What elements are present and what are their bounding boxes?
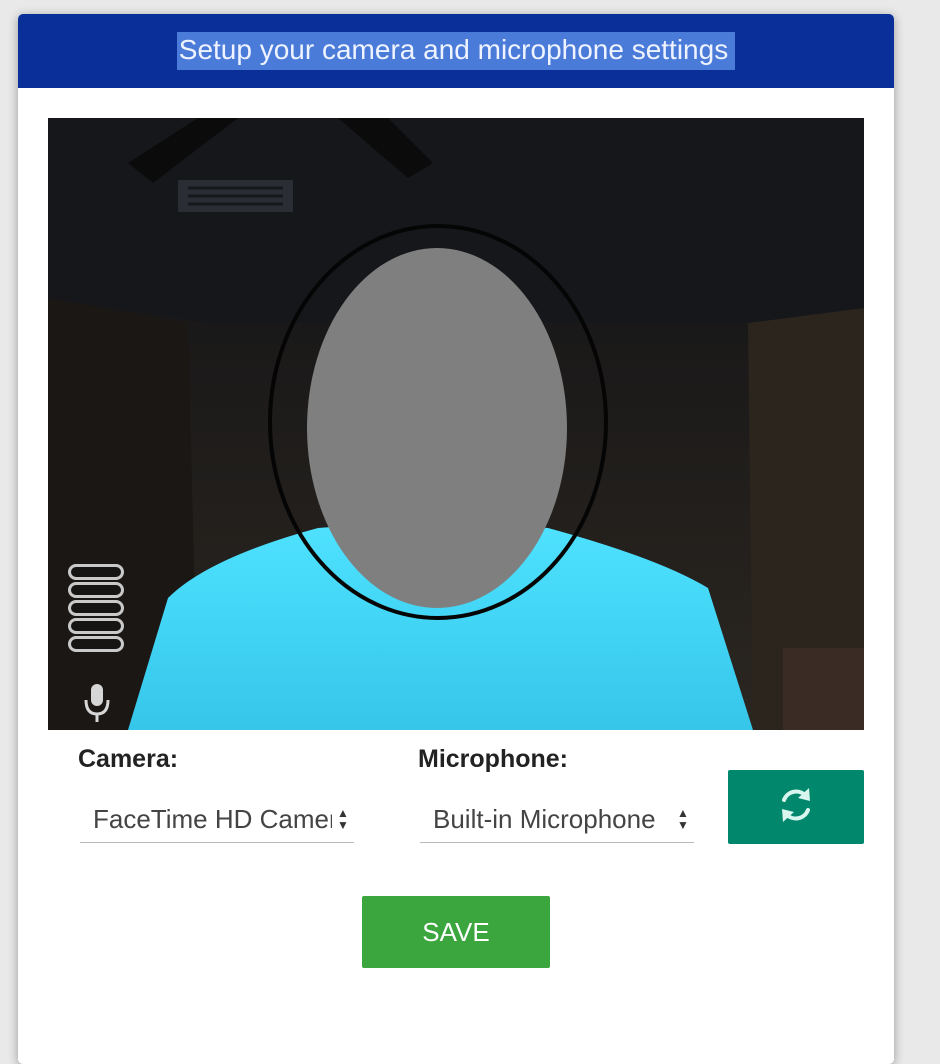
camera-select[interactable]: FaceTime HD Camera ▲ ▼ (80, 796, 354, 843)
mic-level-bar (68, 636, 124, 652)
camera-feed-image (48, 118, 864, 730)
camera-select-value: FaceTime HD Camera (93, 803, 332, 834)
select-arrows-icon: ▲ ▼ (337, 806, 349, 832)
mic-level-bar (68, 564, 124, 580)
microphone-select[interactable]: Built-in Microphone ▲ ▼ (420, 796, 694, 843)
dialog-title: Setup your camera and microphone setting… (176, 32, 736, 70)
microphone-icon (82, 682, 112, 724)
mic-level-bar (68, 582, 124, 598)
dialog-header: Setup your camera and microphone setting… (18, 14, 894, 88)
select-arrows-icon: ▲ ▼ (677, 806, 689, 832)
mic-level-bar (68, 600, 124, 616)
refresh-icon (777, 785, 815, 830)
microphone-level-meter (68, 564, 130, 724)
save-button[interactable]: SAVE (362, 896, 550, 968)
microphone-label: Microphone: (418, 745, 568, 773)
refresh-devices-button[interactable] (728, 770, 864, 844)
camera-label: Camera: (78, 745, 179, 773)
camera-preview (48, 118, 864, 730)
mic-level-bar (68, 618, 124, 634)
camera-settings-dialog: Setup your camera and microphone setting… (18, 14, 894, 1064)
microphone-select-value: Built-in Microphone (433, 803, 656, 834)
